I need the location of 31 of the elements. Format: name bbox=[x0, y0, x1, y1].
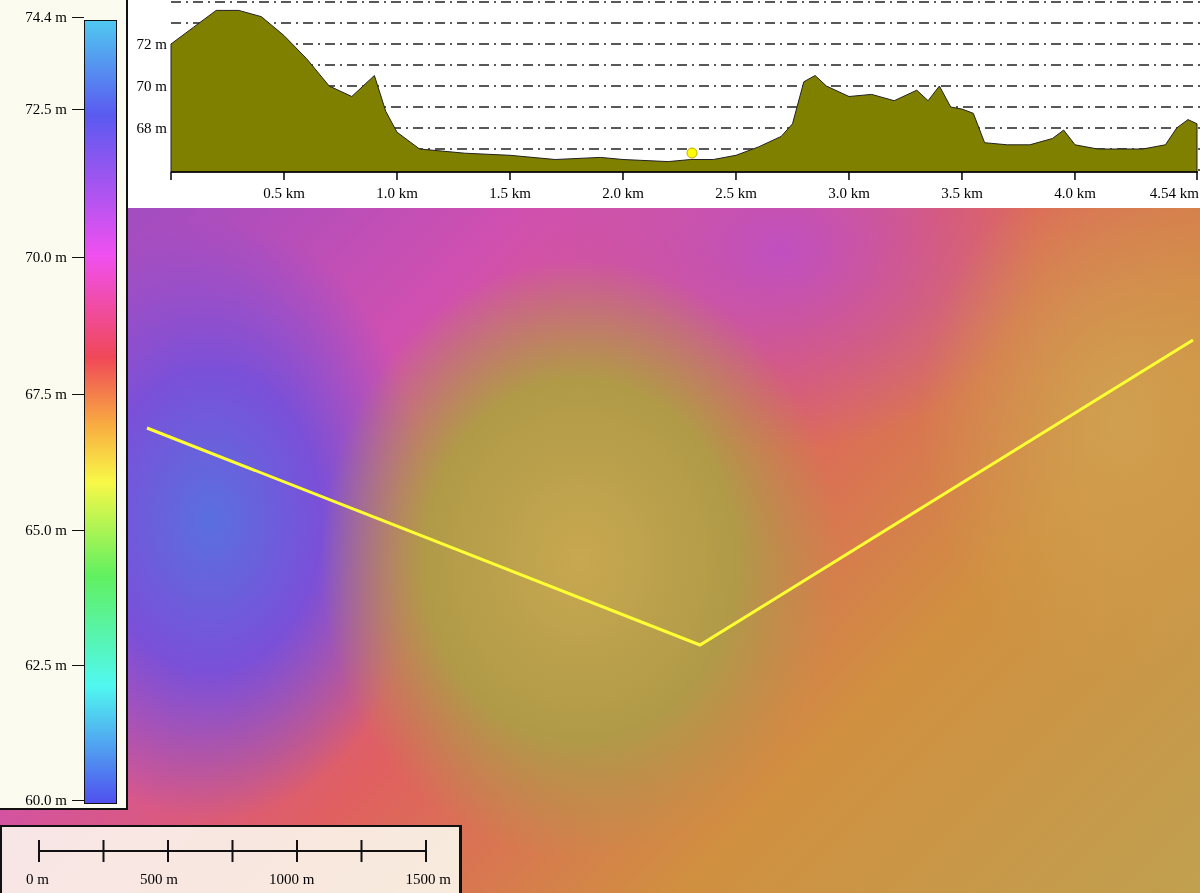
legend-label: 65.0 m bbox=[25, 522, 67, 539]
x-tick-label: 0.5 km bbox=[263, 185, 305, 202]
y-tick-label: 70 m bbox=[136, 78, 167, 94]
x-tick-label: 3.5 km bbox=[941, 185, 983, 202]
scale-label: 500 m bbox=[140, 871, 178, 888]
x-tick-label: 4.54 km bbox=[1149, 185, 1199, 202]
legend-label: 72.5 m bbox=[25, 101, 67, 118]
legend-label: 62.5 m bbox=[25, 657, 67, 674]
legend-tick bbox=[72, 529, 84, 532]
position-marker bbox=[686, 147, 698, 159]
x-tick-label: 2.0 km bbox=[602, 185, 644, 202]
x-tick-label: 1.5 km bbox=[489, 185, 531, 202]
legend-label: 70.0 m bbox=[25, 249, 67, 266]
x-tick-label: 2.5 km bbox=[715, 185, 757, 202]
scale-label: 1500 m bbox=[405, 871, 451, 888]
scale-label: 1000 m bbox=[269, 871, 315, 888]
y-tick-label: 68 m bbox=[136, 120, 167, 136]
legend-tick bbox=[72, 393, 84, 396]
legend-label: 74.4 m bbox=[25, 9, 67, 26]
legend-tick bbox=[72, 664, 84, 667]
y-tick-label: 72 m bbox=[136, 36, 167, 52]
scale-label: 0 m bbox=[26, 871, 49, 888]
legend-tick bbox=[72, 108, 84, 111]
x-tick-label: 4.0 km bbox=[1054, 185, 1096, 202]
legend-tick bbox=[72, 256, 84, 259]
legend-label: 60.0 m bbox=[25, 792, 67, 809]
x-tick-label: 3.0 km bbox=[828, 185, 870, 202]
x-tick-label: 1.0 km bbox=[376, 185, 418, 202]
legend-tick bbox=[72, 16, 84, 19]
legend-tick bbox=[72, 799, 84, 802]
legend-label: 67.5 m bbox=[25, 386, 67, 403]
